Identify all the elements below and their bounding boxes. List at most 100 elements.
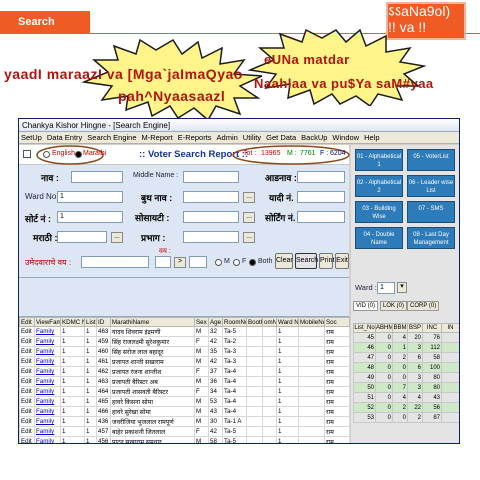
column-header[interactable]: Edit [19, 317, 35, 327]
report-last-day-button[interactable]: 08 - Last Day Management [407, 227, 455, 249]
menu-m-report[interactable]: M-Report [142, 132, 173, 143]
stats-column-header[interactable]: BSP [407, 323, 423, 333]
view-family-link[interactable]: Family [34, 366, 61, 377]
menu-window[interactable]: Window [332, 132, 359, 143]
stats-row[interactable]: 49 0 0 3 80 [353, 372, 459, 383]
right-ward-spinner[interactable]: ▾ [397, 282, 407, 293]
menu-utility[interactable]: Utility [243, 132, 261, 143]
stats-column-header[interactable]: BBM [392, 323, 408, 333]
table-row[interactable]: Edit Family 1 1 460 सिंह सरोज लाल बहादूर M 35 Ta… [19, 346, 350, 357]
view-family-link[interactable]: Family [34, 436, 61, 443]
report-double-name-button[interactable]: 04 - Double Name [355, 227, 403, 249]
column-header[interactable]: MobileNo [298, 317, 325, 327]
view-family-link[interactable]: Family [34, 386, 61, 397]
print-button[interactable]: Print [319, 253, 334, 269]
booth-browse-button[interactable]: ... [243, 192, 255, 203]
stats-row[interactable]: 51 0 4 4 43 [353, 392, 459, 403]
report-building-wise-button[interactable]: 03 - Building Wise [355, 201, 403, 223]
edit-link[interactable]: Edit [19, 366, 35, 377]
column-header[interactable]: RoomNo [222, 317, 247, 327]
edit-link[interactable]: Edit [19, 426, 35, 437]
society-browse-button[interactable]: ... [243, 212, 255, 223]
column-header[interactable]: Booth [246, 317, 263, 327]
clear-button[interactable]: Clear [275, 253, 293, 269]
report-sms-button[interactable]: 07 - SMS [407, 201, 455, 223]
edit-link[interactable]: Edit [19, 406, 35, 417]
table-row[interactable]: Edit Family 1 1 463 यादव शिवराम इंद्रमणी M 32 Ta… [19, 326, 350, 337]
stats-column-header[interactable]: IN [441, 323, 459, 333]
view-family-link[interactable]: Family [34, 376, 61, 387]
column-header[interactable]: omNo [262, 317, 277, 327]
table-row[interactable]: Edit Family 1 1 456 पाटन सखाराम समधार M 58 Ta-5 1… [19, 436, 350, 443]
menu-get-data[interactable]: Get Data [266, 132, 296, 143]
view-family-link[interactable]: Family [34, 426, 61, 437]
stats-row[interactable]: 47 0 2 6 58 [353, 352, 459, 363]
stats-row[interactable]: 45 0 4 20 76 [353, 332, 459, 343]
tab-corp[interactable]: CORP (0) [407, 301, 440, 311]
edit-link[interactable]: Edit [19, 436, 35, 443]
view-family-link[interactable]: Family [34, 326, 61, 337]
column-header[interactable]: Soc [324, 317, 350, 327]
sort-input[interactable] [297, 211, 345, 223]
report-alphabetical-1-button[interactable]: 01 - Alphabetical 1 [355, 149, 403, 171]
name-input[interactable] [71, 171, 123, 183]
table-row[interactable]: Edit Family 1 1 436 जवरीजिया भुजलाल रामपूर्ण M… [19, 416, 350, 427]
stats-column-header[interactable]: List_No [353, 323, 376, 333]
table-row[interactable]: Edit Family 1 1 465 हावरे किसना सोमा M 53 Ta-4 1 र… [19, 396, 350, 407]
table-row[interactable]: Edit Family 1 1 459 सिंह राजलक्ष्मी सुरेशकुमा… [19, 336, 350, 347]
report-leader-wise-button[interactable]: 06 - Leader wise List [407, 175, 455, 197]
marathi-browse-button[interactable]: ... [111, 232, 123, 243]
edit-link[interactable]: Edit [19, 386, 35, 397]
exit-button[interactable]: Exit [335, 253, 349, 269]
search-button[interactable]: Search [295, 253, 318, 269]
edit-link[interactable]: Edit [19, 356, 35, 367]
age-input[interactable] [81, 256, 149, 268]
radio-marathi[interactable] [75, 151, 82, 158]
surname-input[interactable] [297, 171, 345, 183]
menu-search-engine[interactable]: Search Engine [87, 132, 136, 143]
ward-input[interactable]: 1 [57, 191, 123, 203]
booth-input[interactable] [183, 191, 239, 203]
edit-link[interactable]: Edit [19, 416, 35, 427]
column-header[interactable]: Ward No [276, 317, 299, 327]
column-header[interactable]: MarathiName [110, 317, 195, 327]
edit-link[interactable]: Edit [19, 376, 35, 387]
table-row[interactable]: Edit Family 1 1 462 प्रजापत रंजना शान्तीश F 37 T… [19, 366, 350, 377]
view-family-link[interactable]: Family [34, 416, 61, 427]
table-row[interactable]: Edit Family 1 1 466 हावरे सुरेखा सोमा M 43 Ta-4 1… [19, 406, 350, 417]
list-no-input[interactable]: 1 [57, 211, 123, 223]
table-row[interactable]: Edit Family 1 1 463 प्रजापती बैरिस्टर अब M 36 Ta… [19, 376, 350, 387]
column-header[interactable]: ViewFamily [34, 317, 61, 327]
age-to-input[interactable] [189, 256, 207, 268]
menu-e-reports[interactable]: E-Reports [178, 132, 212, 143]
edit-link[interactable]: Edit [19, 336, 35, 347]
stats-column-header[interactable]: ABHM [375, 323, 393, 333]
middle-name-input[interactable] [183, 171, 239, 183]
edit-link[interactable]: Edit [19, 346, 35, 357]
tab-lok[interactable]: LOK (0) [380, 301, 408, 311]
stats-row[interactable]: 52 0 2 22 56 [353, 402, 459, 413]
age-to-arrow[interactable]: > [174, 257, 186, 268]
right-ward-input[interactable]: 1 [377, 282, 395, 294]
view-family-link[interactable]: Family [34, 346, 61, 357]
column-header[interactable]: KDMC No [60, 317, 85, 327]
menu-data-entry[interactable]: Data Entry [47, 132, 82, 143]
area-input[interactable] [183, 231, 239, 243]
age-from-input[interactable] [155, 256, 171, 268]
table-row[interactable]: Edit Family 1 1 464 प्रजापती शासवती बैरिस्टर F… [19, 386, 350, 397]
menu-help[interactable]: Help [364, 132, 379, 143]
stats-row[interactable]: 50 0 7 3 80 [353, 382, 459, 393]
view-family-link[interactable]: Family [34, 356, 61, 367]
radio-gender-both[interactable] [249, 259, 256, 266]
menu-backup[interactable]: BackUp [301, 132, 327, 143]
stats-row[interactable]: 46 0 1 3 112 [353, 342, 459, 353]
column-header[interactable]: Sex [194, 317, 209, 327]
menu-setup[interactable]: SetUp [21, 132, 42, 143]
society-input[interactable] [183, 211, 239, 223]
report-alphabetical-2-button[interactable]: 02 - Alphabetical 2 [355, 175, 403, 197]
menu-admin[interactable]: Admin [217, 132, 238, 143]
column-header[interactable]: Age [208, 317, 223, 327]
view-family-link[interactable]: Family [34, 336, 61, 347]
view-family-link[interactable]: Family [34, 396, 61, 407]
edit-link[interactable]: Edit [19, 396, 35, 407]
